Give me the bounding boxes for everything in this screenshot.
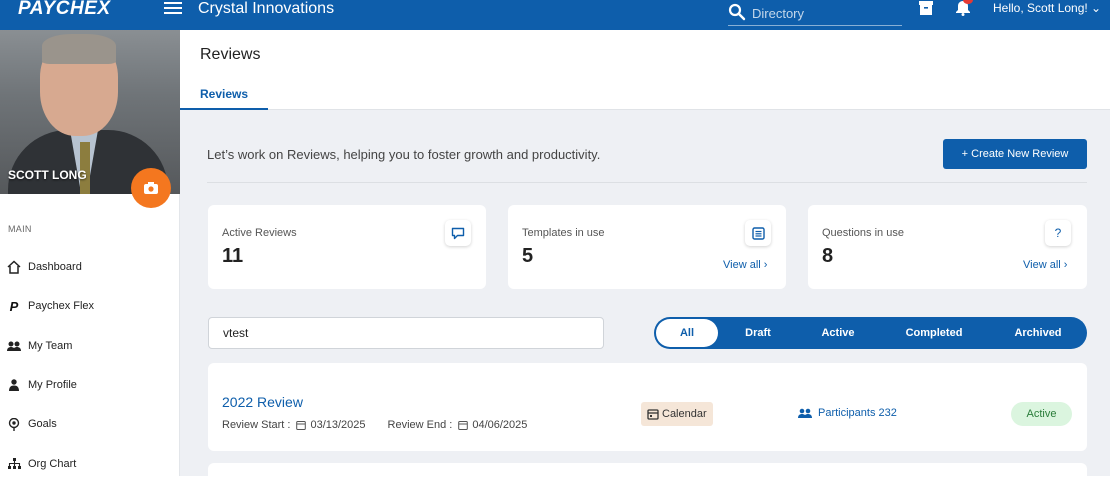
stat-label: Questions in use [822,227,904,239]
hamburger-menu-icon[interactable] [164,2,182,16]
calendar-icon [458,421,469,430]
archive-icon[interactable] [918,0,934,16]
sidebar-item-label: Org Chart [28,458,77,470]
sidebar-item-paychex-flex[interactable]: P Paychex Flex [0,296,180,316]
user-icon [0,379,28,391]
goals-icon [0,417,28,431]
participants-link[interactable]: Participants 232 [798,407,897,419]
review-dates: Review Start : 03/13/2025 Review End : 0… [222,419,527,431]
paychex-icon: P [9,298,19,314]
tab-archived[interactable]: Archived [990,319,1086,347]
camera-icon [144,182,158,194]
stat-card-questions: Questions in use 8 ? View all › [808,205,1087,289]
sidebar-item-label: Paychex Flex [28,300,95,312]
sidebar-item-goals[interactable]: Goals [0,414,180,434]
directory-search [728,2,902,26]
review-search-input[interactable] [208,317,604,349]
intro-text: Let’s work on Reviews, helping you to fo… [207,147,601,162]
top-bar: PAYCHEX Crystal Innovations Hello, Scott… [0,0,1110,30]
review-type-label: Calendar [662,408,707,420]
sidebar-item-label: My Team [28,340,73,352]
directory-search-input[interactable] [752,4,900,22]
sidebar-item-my-profile[interactable]: My Profile [0,375,180,395]
main-content: Reviews Reviews Let’s work on Reviews, h… [180,30,1110,483]
review-start-date: 03/13/2025 [310,419,366,431]
review-start-label: Review Start : [222,419,291,431]
notifications[interactable] [954,0,973,21]
tab-draft[interactable]: Draft [718,319,798,347]
sidebar-item-label: Dashboard [28,261,82,273]
tab-completed[interactable]: Completed [878,319,990,347]
page-title: Reviews [200,46,261,63]
status-badge: Active [1011,402,1072,426]
nav-section-label: MAIN [8,224,32,234]
tab-reviews[interactable]: Reviews [180,80,268,110]
tab-active[interactable]: Active [798,319,878,347]
sidebar-item-label: Goals [28,418,57,430]
sidebar-item-label: My Profile [28,379,77,391]
tab-all[interactable]: All [656,319,718,347]
company-name: Crystal Innovations [198,0,335,17]
page-header: Reviews Reviews [180,30,1110,110]
participants-icon [798,408,812,418]
review-type-chip: Calendar [641,402,713,426]
calendar-icon [296,421,307,430]
stat-value: 11 [222,245,244,267]
stat-label: Templates in use [522,227,605,239]
org-chart-icon [0,458,28,470]
stat-value: 8 [822,245,834,267]
question-icon: ? [1045,220,1071,246]
sidebar: SCOTT LONG MAIN Dashboard P Paychex Flex… [0,30,180,476]
sidebar-item-org-chart[interactable]: Org Chart [0,454,180,474]
view-all-questions-link[interactable]: View all › [1023,259,1067,271]
review-card[interactable]: 2022 Review Review Start : 03/13/2025 Re… [208,363,1087,451]
status-filter-tabs: All Draft Active Completed Archived [654,317,1087,349]
review-title-link[interactable]: 2022 Review [222,394,303,410]
stat-value: 5 [522,245,534,267]
team-icon [0,340,28,352]
home-icon [0,260,28,274]
participants-label: Participants 232 [818,407,897,419]
sidebar-item-dashboard[interactable]: Dashboard [0,257,180,277]
chat-icon [445,220,471,246]
stat-label: Active Reviews [222,227,297,239]
divider [207,182,1087,183]
paychex-logo[interactable]: PAYCHEX [18,0,111,18]
user-menu[interactable]: Hello, Scott Long! ⌄ [993,1,1101,15]
review-end-label: Review End : [387,419,453,431]
change-photo-button[interactable] [131,168,171,208]
create-new-review-button[interactable]: + Create New Review [943,139,1087,169]
profile-name: SCOTT LONG [8,168,87,182]
review-end-date: 04/06/2025 [472,419,528,431]
calendar-icon [647,409,659,420]
review-card[interactable] [208,463,1087,483]
search-icon[interactable] [728,3,746,21]
stat-card-active-reviews: Active Reviews 11 [208,205,486,289]
list-icon [745,220,771,246]
sidebar-item-my-team[interactable]: My Team [0,336,180,356]
view-all-templates-link[interactable]: View all › [723,259,767,271]
stat-card-templates: Templates in use 5 View all › [508,205,786,289]
